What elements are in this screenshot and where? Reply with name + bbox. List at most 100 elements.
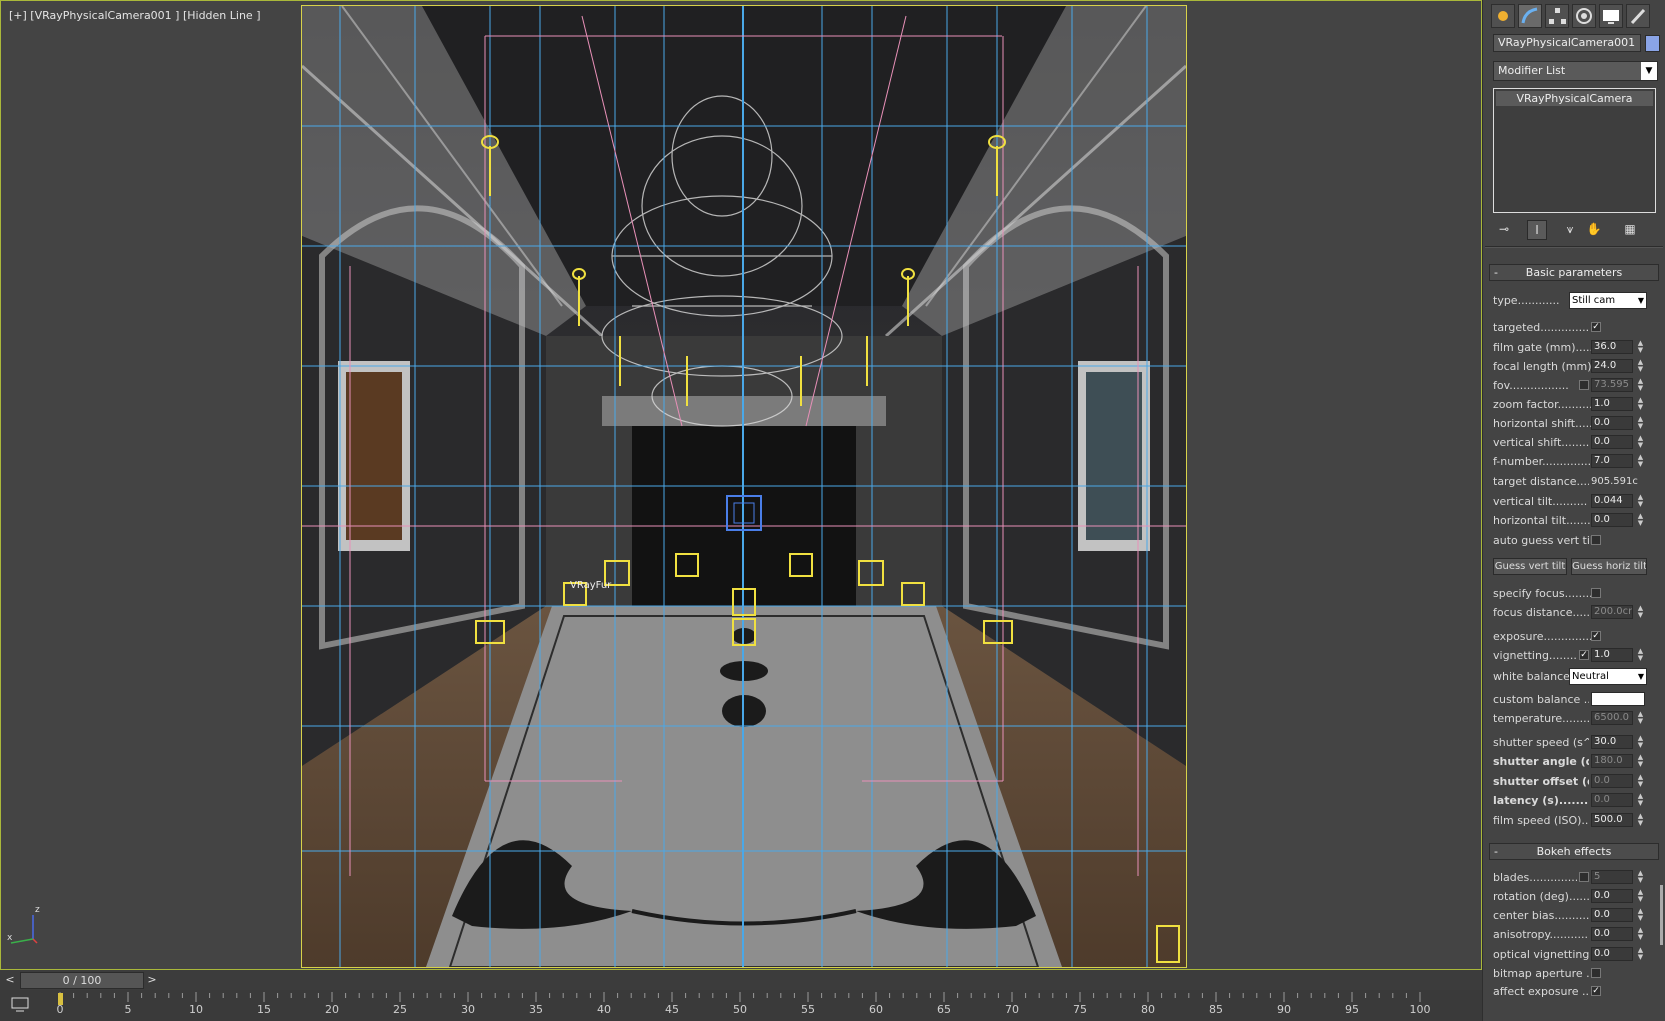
latency-spinner[interactable]: 0.0 xyxy=(1591,793,1633,807)
spinner-arrows-icon[interactable]: ▲ ▼ xyxy=(1636,359,1645,373)
exposure-checkbox[interactable]: ✓ xyxy=(1591,631,1601,641)
spinner-arrows-icon[interactable]: ▲ ▼ xyxy=(1636,494,1645,508)
spinner-arrows-icon[interactable]: ▲ ▼ xyxy=(1636,754,1645,768)
vignetting-spinner[interactable]: 1.0 xyxy=(1591,648,1633,662)
spinner-arrows-icon[interactable]: ▲ ▼ xyxy=(1636,908,1645,922)
spinner-arrows-icon[interactable]: ▲ ▼ xyxy=(1636,927,1645,941)
horizontal-tilt-spinner[interactable]: 0.0 xyxy=(1591,513,1633,527)
shutter-angle-spinner[interactable]: 180.0 xyxy=(1591,754,1633,768)
optical-vignetting-label: optical vignetting ... xyxy=(1493,948,1589,961)
anisotropy-spinner[interactable]: 0.0 xyxy=(1591,927,1633,941)
frame-tick-label: 55 xyxy=(801,1003,815,1016)
white-balance-dropdown[interactable]: Neutral ▼ xyxy=(1569,668,1647,685)
center-bias-spinner[interactable]: 0.0 xyxy=(1591,908,1633,922)
guess-horiz-tilt-button[interactable]: Guess horiz tilt xyxy=(1571,558,1647,575)
spinner-arrows-icon[interactable]: ▲ ▼ xyxy=(1636,947,1645,961)
shutter-speed-spinner[interactable]: 30.0 xyxy=(1591,735,1633,749)
modify-tab[interactable] xyxy=(1518,4,1542,28)
spinner-arrows-icon[interactable]: ▲ ▼ xyxy=(1636,435,1645,449)
vertical-tilt-label: vertical tilt.......... xyxy=(1493,495,1588,508)
rollout-bokeh-effects[interactable]: - Bokeh effects xyxy=(1489,843,1659,860)
affect-exposure-label: affect exposure ..... xyxy=(1493,985,1589,998)
frame-tick-label: 85 xyxy=(1209,1003,1223,1016)
blades-spinner[interactable]: 5 xyxy=(1591,870,1633,884)
spinner-arrows-icon[interactable]: ▲ ▼ xyxy=(1636,870,1645,884)
time-slider[interactable]: < 0 / 100 > xyxy=(0,970,1482,990)
fov-spinner[interactable]: 73.595 xyxy=(1591,378,1633,392)
time-next-button[interactable]: > xyxy=(144,972,160,988)
guess-vert-tilt-button[interactable]: Guess vert tilt xyxy=(1493,558,1567,575)
chevron-down-icon[interactable]: ▼ xyxy=(1641,62,1657,80)
zoom-factor-spinner[interactable]: 1.0 xyxy=(1591,397,1633,411)
vignetting-checkbox[interactable]: ✓ xyxy=(1579,650,1589,660)
spinner-arrows-icon[interactable]: ▲ ▼ xyxy=(1636,378,1645,392)
spinner-arrows-icon[interactable]: ▲ ▼ xyxy=(1636,774,1645,788)
spinner-arrows-icon[interactable]: ▲ ▼ xyxy=(1636,454,1645,468)
object-name-field[interactable]: VRayPhysicalCamera001 xyxy=(1493,34,1641,52)
fov-checkbox[interactable] xyxy=(1579,380,1589,390)
auto-guess-checkbox[interactable] xyxy=(1591,535,1601,545)
vertical-shift-spinner[interactable]: 0.0 xyxy=(1591,435,1633,449)
modifier-list-dropdown[interactable]: Modifier List ▼ xyxy=(1493,61,1658,81)
object-color-swatch[interactable] xyxy=(1645,35,1660,52)
track-bar[interactable]: 0 5 10 15 20 25 30 35 40 45 50 55 60 65 70 75 80 85 90 95 10… xyxy=(0,990,1482,1021)
spinner-arrows-icon[interactable]: ▲ ▼ xyxy=(1636,711,1645,725)
spinner-arrows-icon[interactable]: ▲ ▼ xyxy=(1636,340,1645,354)
optical-vignetting-spinner[interactable]: 0.0 xyxy=(1591,947,1633,961)
shutter-offset-spinner[interactable]: 0.0 xyxy=(1591,774,1633,788)
remove-modifier-icon[interactable]: ✋ xyxy=(1585,220,1603,238)
focal-length-spinner[interactable]: 24.0 xyxy=(1591,359,1633,373)
spinner-arrows-icon[interactable]: ▲ ▼ xyxy=(1636,416,1645,430)
command-panel-tabs xyxy=(1483,4,1665,30)
frame-ruler[interactable]: 0 5 10 15 20 25 30 35 40 45 50 55 60 65 70 75 80 85 90 95 10… xyxy=(57,990,1482,1021)
spinner-arrows-icon[interactable]: ▲ ▼ xyxy=(1636,889,1645,903)
film-speed-spinner[interactable]: 500.0 xyxy=(1591,813,1633,827)
film-gate-spinner[interactable]: 36.0 xyxy=(1591,340,1633,354)
frame-tick-label: 50 xyxy=(733,1003,747,1016)
spinner-arrows-icon[interactable]: ▲ ▼ xyxy=(1636,605,1645,619)
utilities-tab[interactable] xyxy=(1626,4,1650,28)
panel-scrollbar-thumb[interactable] xyxy=(1660,885,1663,945)
stack-item-vrayphysicalcamera[interactable]: VRayPhysicalCamera xyxy=(1496,91,1653,106)
viewport-label[interactable]: [+] [VRayPhysicalCamera001 ] [Hidden Lin… xyxy=(9,9,261,22)
time-slider-thumb[interactable]: 0 / 100 xyxy=(20,972,144,989)
motion-tab[interactable] xyxy=(1572,4,1596,28)
time-prev-button[interactable]: < xyxy=(2,972,18,988)
f-number-spinner[interactable]: 7.0 xyxy=(1591,454,1633,468)
configure-sets-icon[interactable]: ▦ xyxy=(1621,220,1639,238)
vertical-tilt-spinner[interactable]: 0.044 xyxy=(1591,494,1633,508)
create-tab[interactable] xyxy=(1491,4,1515,28)
spinner-arrows-icon[interactable]: ▲ ▼ xyxy=(1636,793,1645,807)
row-anisotropy: anisotropy............ 0.0 ▲ ▼ xyxy=(1493,926,1658,943)
custom-balance-swatch[interactable] xyxy=(1591,692,1645,706)
spinner-arrows-icon[interactable]: ▲ ▼ xyxy=(1636,648,1645,662)
bitmap-aperture-checkbox[interactable] xyxy=(1591,968,1601,978)
rotation-spinner[interactable]: 0.0 xyxy=(1591,889,1633,903)
spinner-arrows-icon[interactable]: ▲ ▼ xyxy=(1636,397,1645,411)
type-dropdown[interactable]: Still cam ▼ xyxy=(1569,292,1647,309)
camera-view-render[interactable]: VRayFur xyxy=(301,5,1187,968)
panel-scrollbar[interactable] xyxy=(1660,220,1664,1021)
mini-curve-editor-icon[interactable] xyxy=(8,994,36,1016)
targeted-checkbox[interactable]: ✓ xyxy=(1591,322,1601,332)
shutter-speed-label: shutter speed (s^-1 xyxy=(1493,736,1589,749)
temperature-spinner[interactable]: 6500.0 xyxy=(1591,711,1633,725)
focus-distance-spinner[interactable]: 200.0cr xyxy=(1591,605,1633,619)
horizontal-shift-spinner[interactable]: 0.0 xyxy=(1591,416,1633,430)
blades-checkbox[interactable] xyxy=(1579,872,1589,882)
row-vertical-shift: vertical shift........ 0.0 ▲ ▼ xyxy=(1493,434,1658,451)
viewport[interactable]: [+] [VRayPhysicalCamera001 ] [Hidden Lin… xyxy=(0,0,1482,970)
rollout-basic-parameters[interactable]: - Basic parameters xyxy=(1489,264,1659,281)
make-unique-icon[interactable]: ⩛ xyxy=(1561,220,1579,238)
spinner-arrows-icon[interactable]: ▲ ▼ xyxy=(1636,735,1645,749)
hierarchy-tab[interactable] xyxy=(1545,4,1569,28)
frame-tick-label: 35 xyxy=(529,1003,543,1016)
specify-focus-checkbox[interactable] xyxy=(1591,588,1601,598)
modifier-stack[interactable]: VRayPhysicalCamera xyxy=(1493,88,1656,213)
spinner-arrows-icon[interactable]: ▲ ▼ xyxy=(1636,813,1645,827)
affect-exposure-checkbox[interactable]: ✓ xyxy=(1591,986,1601,996)
show-end-result-icon[interactable]: Ⅰ xyxy=(1527,220,1547,240)
spinner-arrows-icon[interactable]: ▲ ▼ xyxy=(1636,513,1645,527)
display-tab[interactable] xyxy=(1599,4,1623,28)
pin-stack-icon[interactable]: ⊸ xyxy=(1495,220,1513,238)
